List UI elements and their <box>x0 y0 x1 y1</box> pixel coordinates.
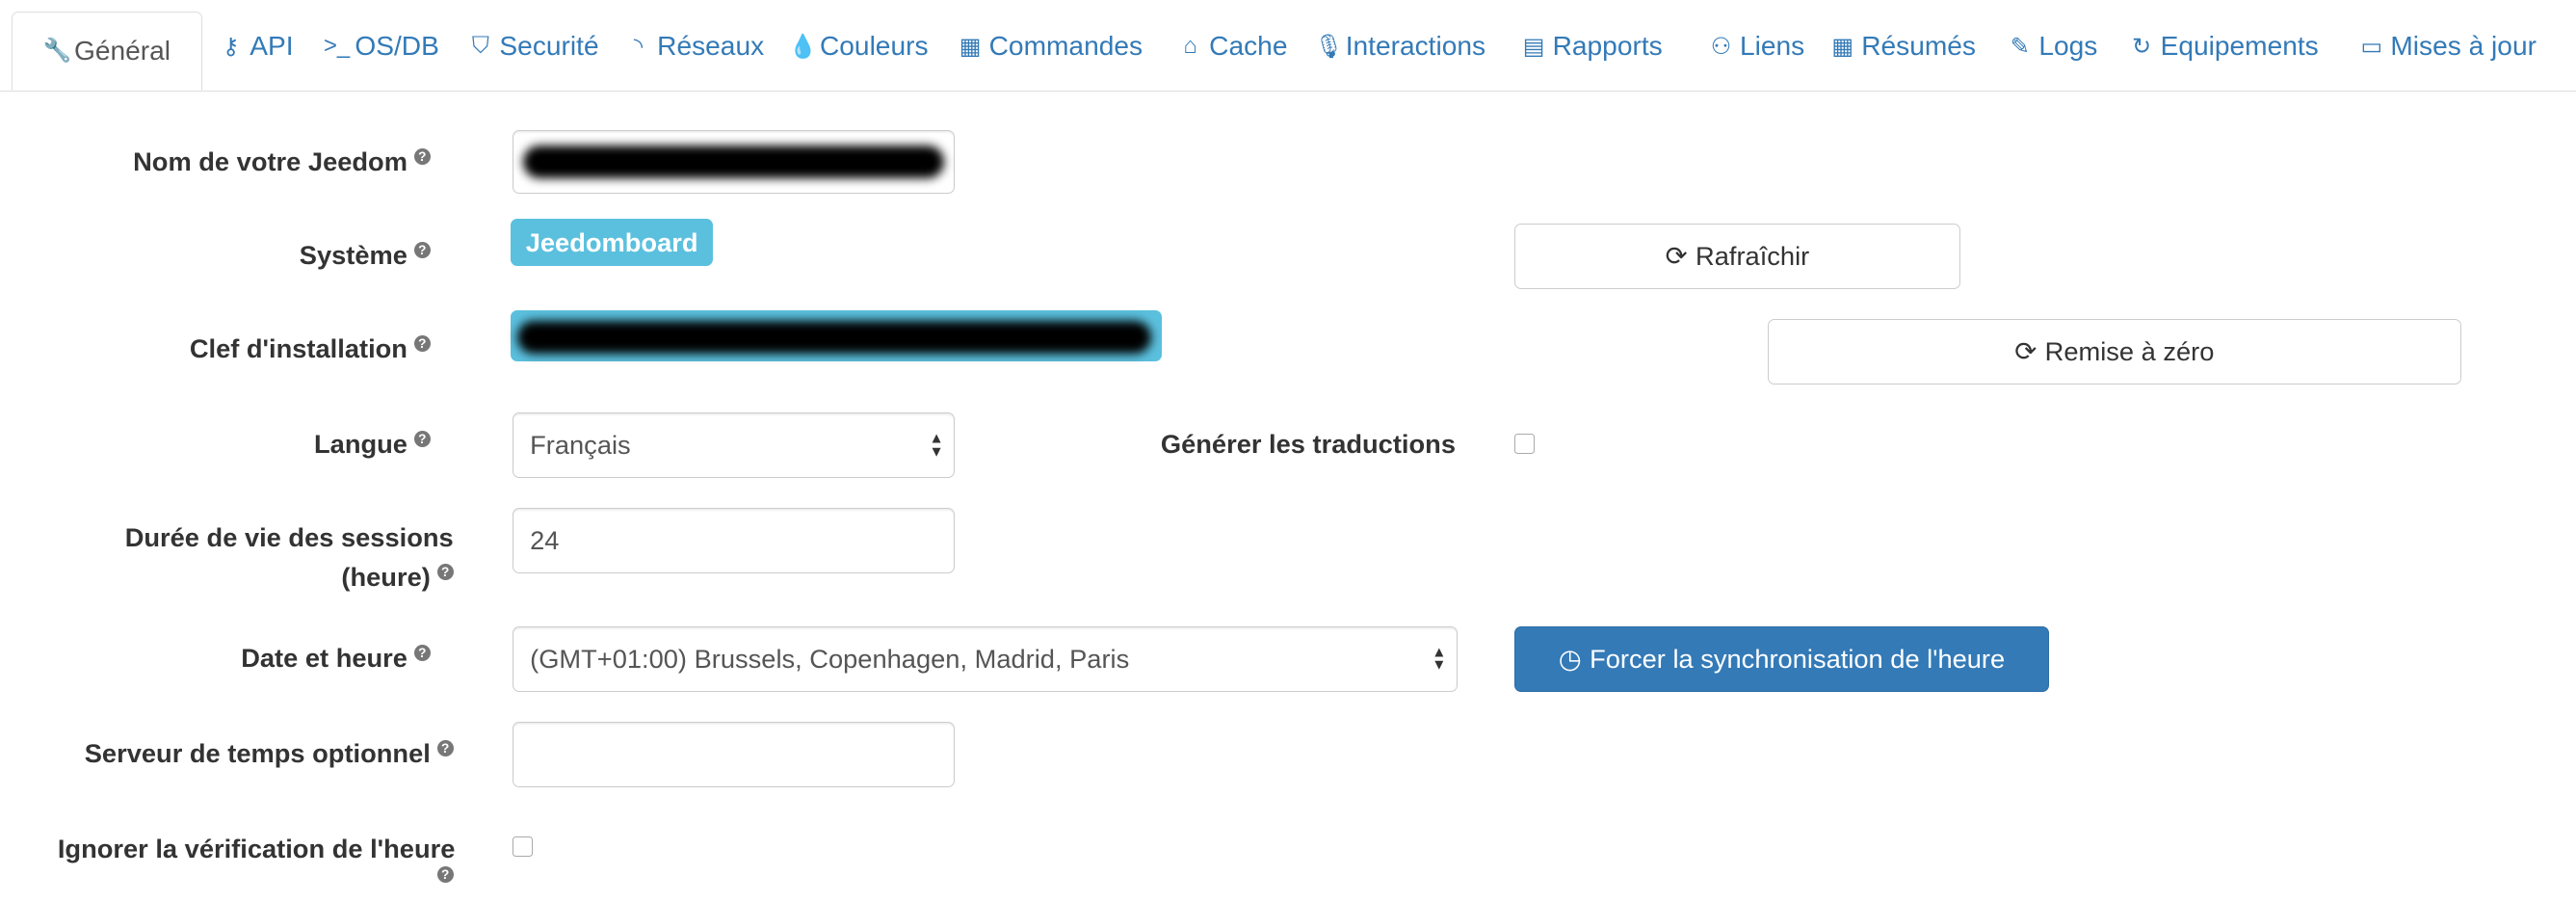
install-key-badge <box>511 310 1162 362</box>
language-label: Langue? <box>314 429 431 460</box>
help-icon[interactable]: ? <box>413 431 431 448</box>
tab-api[interactable]: ⚷ API <box>219 31 294 62</box>
tab-securit-[interactable]: ⛉ Securité <box>468 31 599 62</box>
tab-label: Logs <box>2038 31 2098 62</box>
select-arrows-icon: ▲ ▼ <box>1432 644 1447 674</box>
tab-label: Mises à jour <box>2390 31 2537 62</box>
jeedom-name-input[interactable] <box>513 129 955 195</box>
tab-label: Equipements <box>2160 31 2319 62</box>
tab-cache[interactable]: ⌂ Cache <box>1178 31 1288 62</box>
session-duration-input[interactable]: 24 <box>513 507 955 574</box>
ignore-time-help: ? <box>431 864 454 895</box>
tab-label: API <box>250 31 294 62</box>
redacted-value <box>517 320 1152 354</box>
rss-icon: ◝ <box>633 33 644 60</box>
tab-label: Securité <box>499 31 599 62</box>
refresh-icon: ⟳ <box>2014 335 2037 366</box>
tab-r-sum-s[interactable]: ▦ Résumés <box>1830 31 1976 62</box>
table-icon: ▦ <box>959 33 982 60</box>
newspaper-icon: ▤ <box>1522 33 1545 60</box>
grid-icon: ▦ <box>1831 33 1853 60</box>
key-icon: ⚷ <box>222 33 240 60</box>
redacted-value <box>523 146 944 179</box>
help-icon[interactable]: ? <box>413 241 431 258</box>
ignore-time-checkbox[interactable] <box>513 836 533 857</box>
tint-icon: 💧 <box>788 33 818 60</box>
translations-label: Générer les traductions <box>1160 429 1456 460</box>
timezone-select[interactable]: (GMT+01:00) Brussels, Copenhagen, Madrid… <box>513 625 1458 692</box>
tab-mises-jour[interactable]: ▭ Mises à jour <box>2359 31 2537 62</box>
hdd-icon: ⌂ <box>1183 33 1197 60</box>
select-arrows-icon: ▲ ▼ <box>929 430 944 461</box>
credit-card-icon: ▭ <box>2360 33 2383 60</box>
tab-liens[interactable]: ⚇ Liens <box>1709 31 1805 62</box>
terminal-icon: >_ <box>323 33 351 60</box>
tab-label: Interactions <box>1345 31 1486 62</box>
tab-label: Cache <box>1209 31 1288 62</box>
timeserver-input[interactable] <box>513 721 955 787</box>
tab-label: Couleurs <box>819 31 929 62</box>
ignore-time-check-label: Ignorer la vérification de l'heure <box>57 833 456 863</box>
tab-equipements[interactable]: ↻ Equipements <box>2129 31 2319 62</box>
tab-label: Résumés <box>1861 31 1976 62</box>
tab-label: OS/DB <box>355 31 439 62</box>
reset-button[interactable]: ⟳ Remise à zéro <box>1768 318 2461 385</box>
tab-g-n-ral[interactable]: 🔧 Général <box>11 11 202 91</box>
timeserver-label: Serveur de temps optionnel? <box>85 738 454 769</box>
microphone-icon: 🎙 <box>1314 33 1344 60</box>
force-time-sync-button[interactable]: ◷ Forcer la synchronisation de l'heure <box>1514 625 2049 692</box>
datetime-label: Date et heure? <box>241 643 431 674</box>
help-icon[interactable]: ? <box>436 739 454 756</box>
language-select[interactable]: Français ▲ ▼ <box>513 412 955 479</box>
clock-icon: ◷ <box>1558 643 1582 674</box>
shield-icon: ⛉ <box>471 33 489 60</box>
translations-checkbox[interactable] <box>1514 434 1535 454</box>
tab-label: Commandes <box>988 31 1143 62</box>
tab-commandes[interactable]: ▦ Commandes <box>958 31 1143 62</box>
system-label: Système? <box>300 240 431 271</box>
sitemap-icon: ⚇ <box>1710 33 1732 60</box>
tab-interactions[interactable]: 🎙 Interactions <box>1314 31 1485 62</box>
help-icon[interactable]: ? <box>413 147 431 165</box>
tab-label: Réseaux <box>657 31 765 62</box>
tab-logs[interactable]: ✎ Logs <box>2008 31 2098 62</box>
session-label: Durée de vie des sessions <box>124 522 454 553</box>
refresh-button[interactable]: ⟳ Rafraîchir <box>1514 223 1960 290</box>
help-icon[interactable]: ? <box>413 644 431 661</box>
refresh-icon: ⟳ <box>1665 241 1688 272</box>
edit-icon: ✎ <box>2010 33 2030 60</box>
system-badge: Jeedomboard <box>511 218 713 267</box>
name-label: Nom de votre Jeedom? <box>133 146 431 177</box>
tab-label: Liens <box>1740 31 1805 62</box>
tab-bar: 🔧 Général ⚷ API >_ OS/DB ⛉ Securité ◝ Réseaux 💧 Cou… <box>0 0 2576 92</box>
tab-couleurs[interactable]: 💧 Couleurs <box>789 31 929 62</box>
tab-rapports[interactable]: ▤ Rapports <box>1521 31 1663 62</box>
help-icon[interactable]: ? <box>436 865 454 883</box>
wrench-icon: 🔧 <box>42 38 72 65</box>
session-label-unit: (heure)? <box>341 562 454 593</box>
history-24h-icon: ↻ <box>2131 33 2151 60</box>
tab-label: Général <box>74 35 171 66</box>
tab-os-db[interactable]: >_ OS/DB <box>324 31 439 62</box>
configuration-page: 🔧 Général ⚷ API >_ OS/DB ⛉ Securité ◝ Réseaux 💧 Cou… <box>0 0 2576 902</box>
help-icon[interactable]: ? <box>413 335 431 353</box>
help-icon[interactable]: ? <box>436 564 454 581</box>
tab-r-seaux[interactable]: ◝ Réseaux <box>626 31 764 62</box>
tab-label: Rapports <box>1552 31 1663 62</box>
install-key-label: Clef d'installation? <box>190 333 431 364</box>
